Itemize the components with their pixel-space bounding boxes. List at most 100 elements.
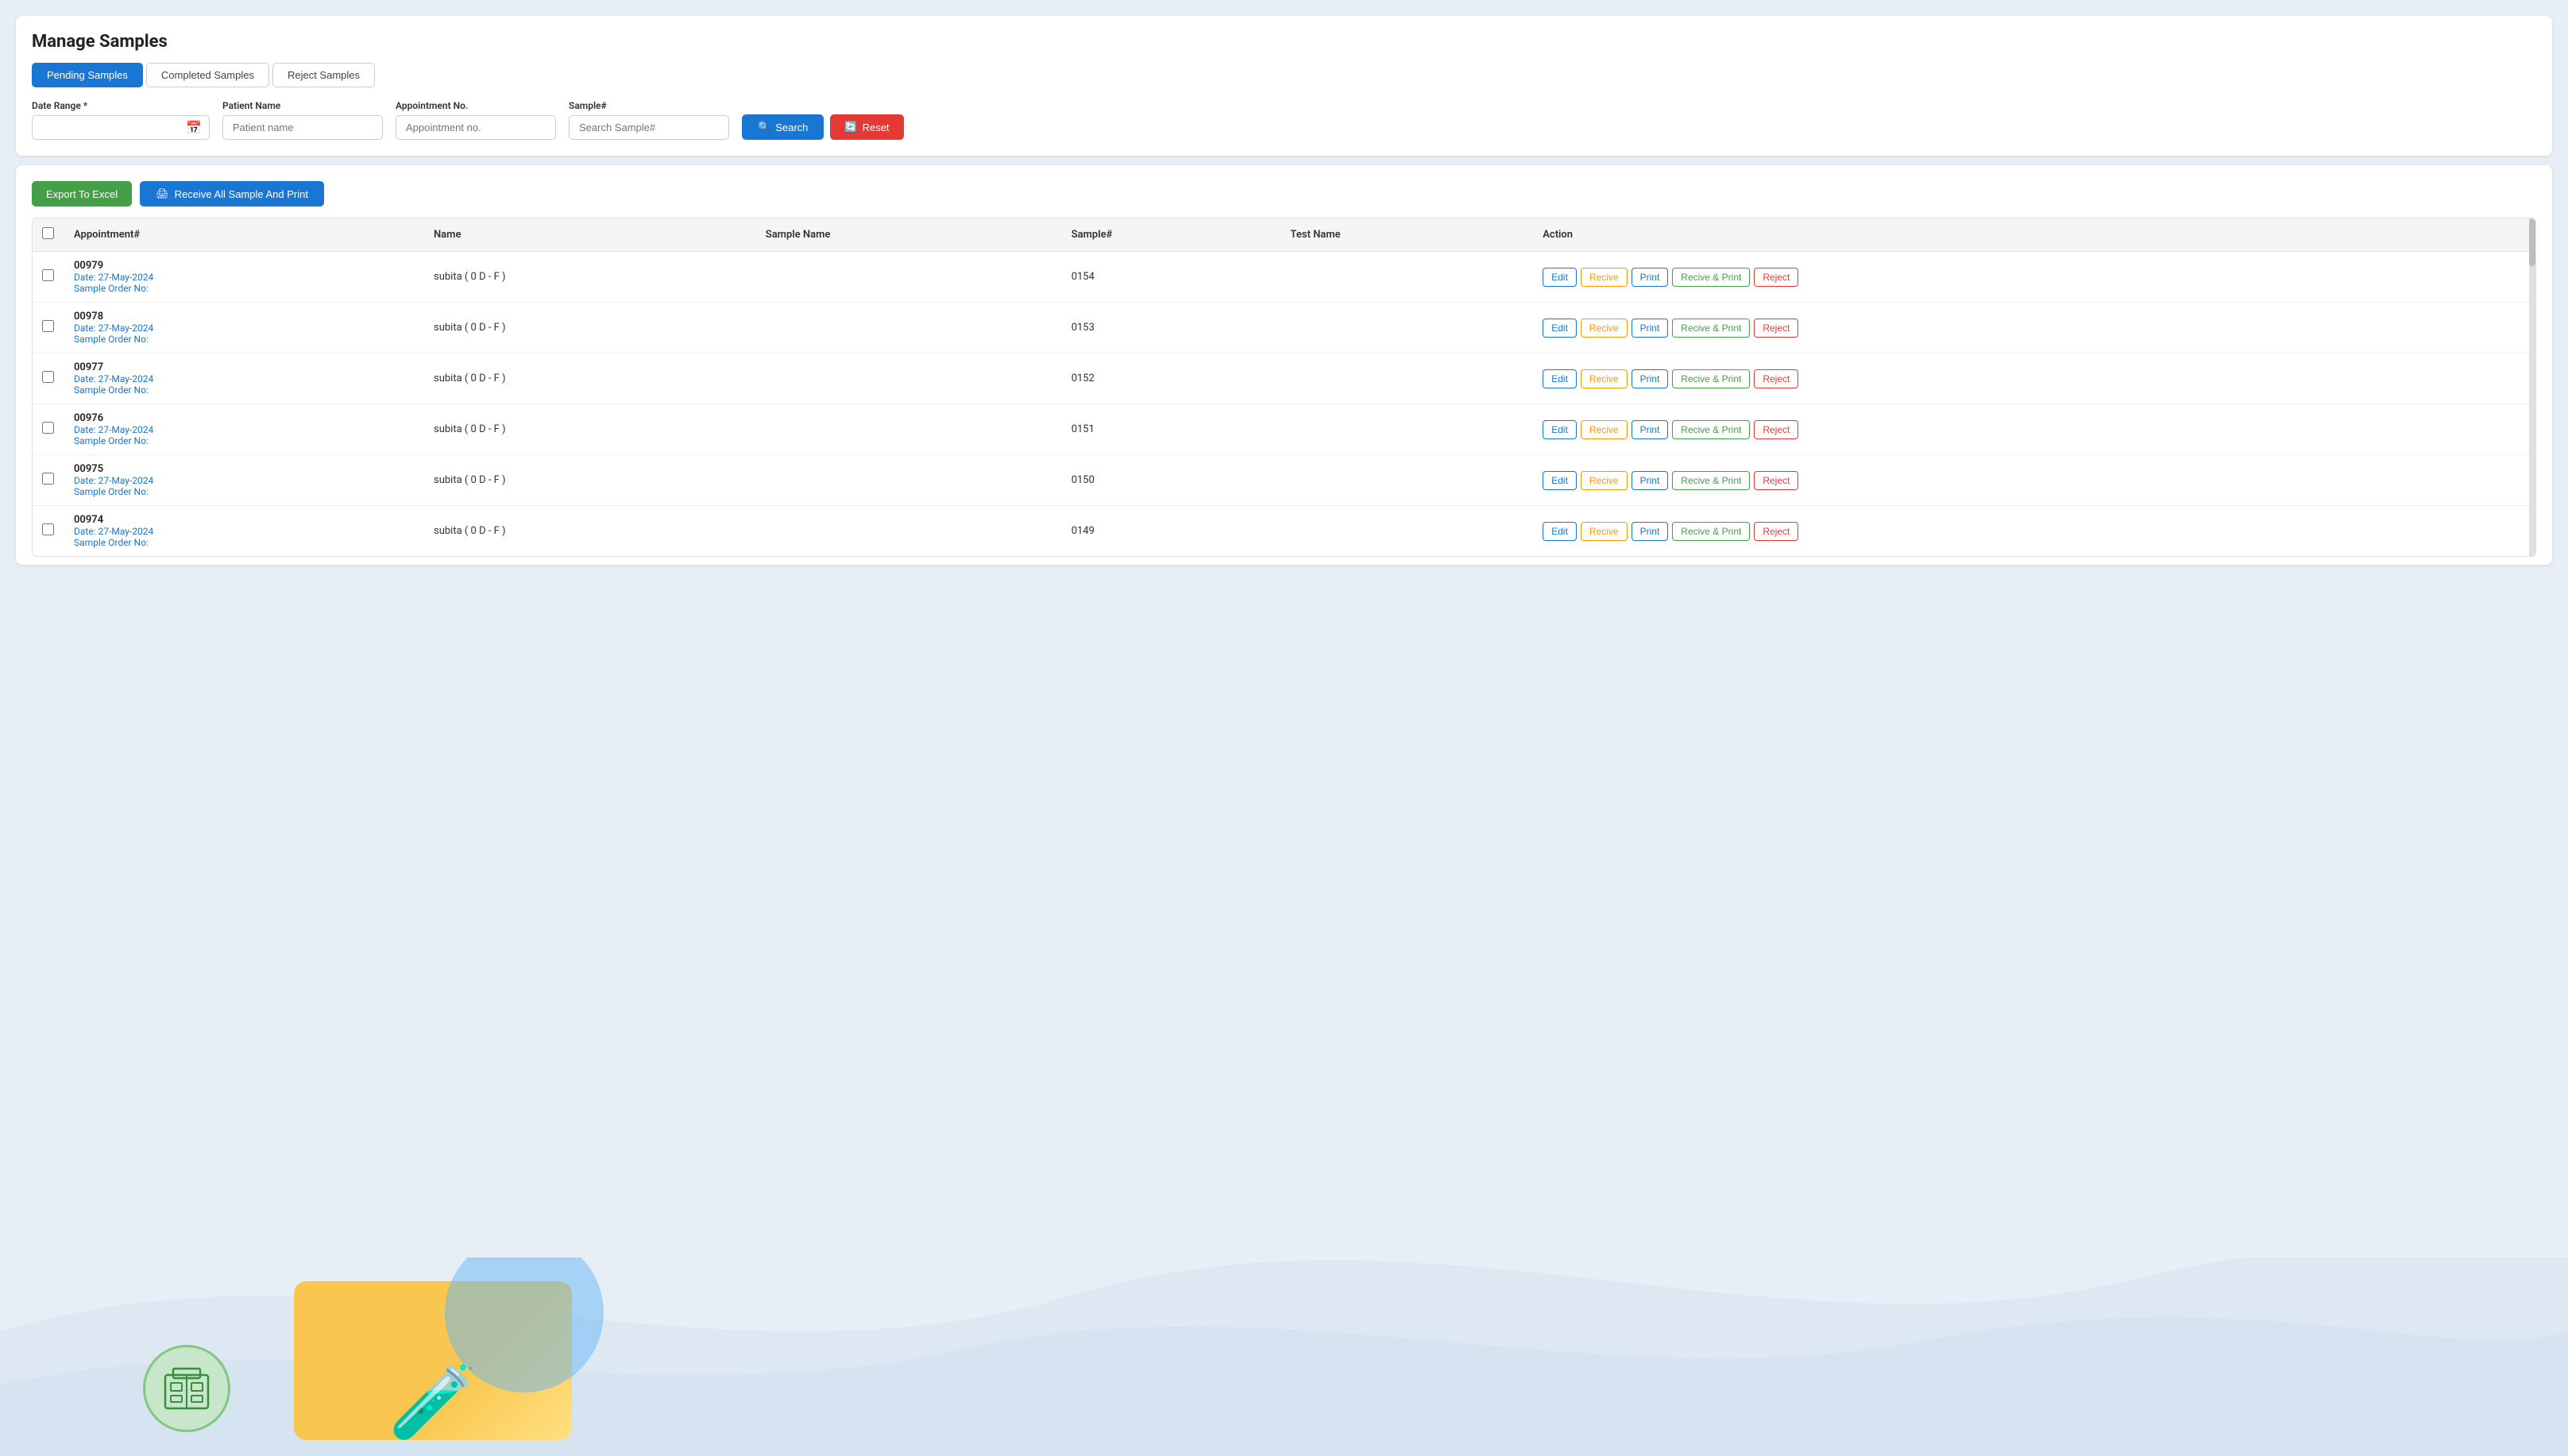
filter-buttons: 🔍 Search 🔄 Reset: [742, 114, 904, 140]
select-all-checkbox[interactable]: [42, 227, 54, 239]
appointment-no-input[interactable]: [396, 115, 556, 140]
table-row: 00978 Date: 27-May-2024 Sample Order No:…: [33, 303, 2535, 353]
box-icon: [159, 1361, 214, 1416]
export-excel-button[interactable]: Export To Excel: [32, 181, 132, 207]
row-appointment-5: 00974 Date: 27-May-2024 Sample Order No:: [64, 506, 424, 557]
row-appointment-4: 00975 Date: 27-May-2024 Sample Order No:: [64, 455, 424, 506]
receive-print-button-3[interactable]: Recive & Print: [1672, 420, 1750, 439]
wave-decoration: [0, 1257, 2568, 1456]
action-bar: Export To Excel 🖨 Receive All Sample And…: [32, 181, 2536, 207]
row-checkbox-2[interactable]: [42, 371, 54, 383]
reject-button-4[interactable]: Reject: [1754, 471, 1798, 490]
reset-button[interactable]: 🔄 Reset: [830, 114, 903, 140]
row-name-5: subita ( 0 D - F ): [424, 506, 756, 557]
row-name-4: subita ( 0 D - F ): [424, 455, 756, 506]
row-actions-3: Edit Recive Print Recive & Print Reject: [1533, 404, 2535, 455]
decorative-background: 🧪: [0, 1257, 2568, 1456]
row-sample-no-5: 0149: [1062, 506, 1281, 557]
green-circle-decoration: [143, 1345, 230, 1432]
sample-input[interactable]: [569, 115, 729, 140]
patient-name-group: Patient Name: [222, 100, 383, 140]
appointment-no-label: Appointment No.: [396, 100, 556, 111]
receive-print-button-5[interactable]: Recive & Print: [1672, 522, 1750, 541]
sample-group: Sample#: [569, 100, 729, 140]
print-button-0[interactable]: Print: [1632, 268, 1669, 287]
edit-button-1[interactable]: Edit: [1543, 319, 1577, 338]
tab-completed[interactable]: Completed Samples: [146, 63, 269, 87]
row-test-name-0: [1281, 252, 1534, 303]
col-sample-name: Sample Name: [756, 218, 1062, 252]
row-sample-no-2: 0152: [1062, 353, 1281, 404]
receive-button-0[interactable]: Recive: [1581, 268, 1628, 287]
receive-print-button-4[interactable]: Recive & Print: [1672, 471, 1750, 490]
sample-label: Sample#: [569, 100, 729, 111]
receive-print-button-2[interactable]: Recive & Print: [1672, 369, 1750, 388]
date-range-input[interactable]: May 19, 2024 - June 17, 2024: [32, 115, 210, 140]
row-checkbox-cell: [33, 303, 64, 353]
table-row: 00975 Date: 27-May-2024 Sample Order No:…: [33, 455, 2535, 506]
col-select: [33, 218, 64, 252]
reject-button-1[interactable]: Reject: [1754, 319, 1798, 338]
tab-pending[interactable]: Pending Samples: [32, 63, 143, 87]
row-sample-no-4: 0150: [1062, 455, 1281, 506]
receive-button-2[interactable]: Recive: [1581, 369, 1628, 388]
row-checkbox-cell: [33, 404, 64, 455]
row-checkbox-5[interactable]: [42, 523, 54, 535]
row-checkbox-cell: [33, 506, 64, 557]
edit-button-0[interactable]: Edit: [1543, 268, 1577, 287]
edit-button-4[interactable]: Edit: [1543, 471, 1577, 490]
row-checkbox-3[interactable]: [42, 422, 54, 434]
row-checkbox-4[interactable]: [42, 473, 54, 485]
receive-all-button[interactable]: 🖨 Receive All Sample And Print: [140, 181, 324, 207]
receive-button-1[interactable]: Recive: [1581, 319, 1628, 338]
search-button[interactable]: 🔍 Search: [742, 114, 824, 140]
edit-button-2[interactable]: Edit: [1543, 369, 1577, 388]
row-test-name-5: [1281, 506, 1534, 557]
table-header-row: Appointment# Name Sample Name Sample# Te…: [33, 218, 2535, 252]
reject-button-5[interactable]: Reject: [1754, 522, 1798, 541]
patient-name-input[interactable]: [222, 115, 383, 140]
receive-print-button-0[interactable]: Recive & Print: [1672, 268, 1750, 287]
row-actions-0: Edit Recive Print Recive & Print Reject: [1533, 252, 2535, 303]
row-name-2: subita ( 0 D - F ): [424, 353, 756, 404]
reject-button-2[interactable]: Reject: [1754, 369, 1798, 388]
row-sample-name-5: [756, 506, 1062, 557]
print-button-2[interactable]: Print: [1632, 369, 1669, 388]
row-checkbox-1[interactable]: [42, 320, 54, 332]
row-actions-1: Edit Recive Print Recive & Print Reject: [1533, 303, 2535, 353]
tab-reject[interactable]: Reject Samples: [272, 63, 375, 87]
col-appointment: Appointment#: [64, 218, 424, 252]
reject-button-3[interactable]: Reject: [1754, 420, 1798, 439]
row-checkbox-cell: [33, 252, 64, 303]
col-name: Name: [424, 218, 756, 252]
reset-icon: 🔄: [844, 121, 857, 133]
edit-button-3[interactable]: Edit: [1543, 420, 1577, 439]
row-checkbox-cell: [33, 353, 64, 404]
tab-bar: Pending Samples Completed Samples Reject…: [32, 63, 2536, 87]
col-sample-no: Sample#: [1062, 218, 1281, 252]
row-test-name-3: [1281, 404, 1534, 455]
filter-row: Date Range * May 19, 2024 - June 17, 202…: [32, 100, 2536, 140]
row-actions-2: Edit Recive Print Recive & Print Reject: [1533, 353, 2535, 404]
row-test-name-4: [1281, 455, 1534, 506]
printer-icon: 🖨: [156, 187, 169, 200]
print-button-5[interactable]: Print: [1632, 522, 1669, 541]
row-sample-no-3: 0151: [1062, 404, 1281, 455]
receive-print-button-1[interactable]: Recive & Print: [1672, 319, 1750, 338]
date-range-label: Date Range *: [32, 100, 210, 111]
page-title: Manage Samples: [32, 32, 2536, 52]
row-checkbox-0[interactable]: [42, 269, 54, 281]
row-actions-4: Edit Recive Print Recive & Print Reject: [1533, 455, 2535, 506]
print-button-4[interactable]: Print: [1632, 471, 1669, 490]
scrollbar[interactable]: [2529, 218, 2535, 556]
reject-button-0[interactable]: Reject: [1754, 268, 1798, 287]
row-sample-name-2: [756, 353, 1062, 404]
receive-button-4[interactable]: Recive: [1581, 471, 1628, 490]
receive-button-3[interactable]: Recive: [1581, 420, 1628, 439]
edit-button-5[interactable]: Edit: [1543, 522, 1577, 541]
table-row: 00974 Date: 27-May-2024 Sample Order No:…: [33, 506, 2535, 557]
print-button-3[interactable]: Print: [1632, 420, 1669, 439]
row-sample-no-1: 0153: [1062, 303, 1281, 353]
print-button-1[interactable]: Print: [1632, 319, 1669, 338]
receive-button-5[interactable]: Recive: [1581, 522, 1628, 541]
